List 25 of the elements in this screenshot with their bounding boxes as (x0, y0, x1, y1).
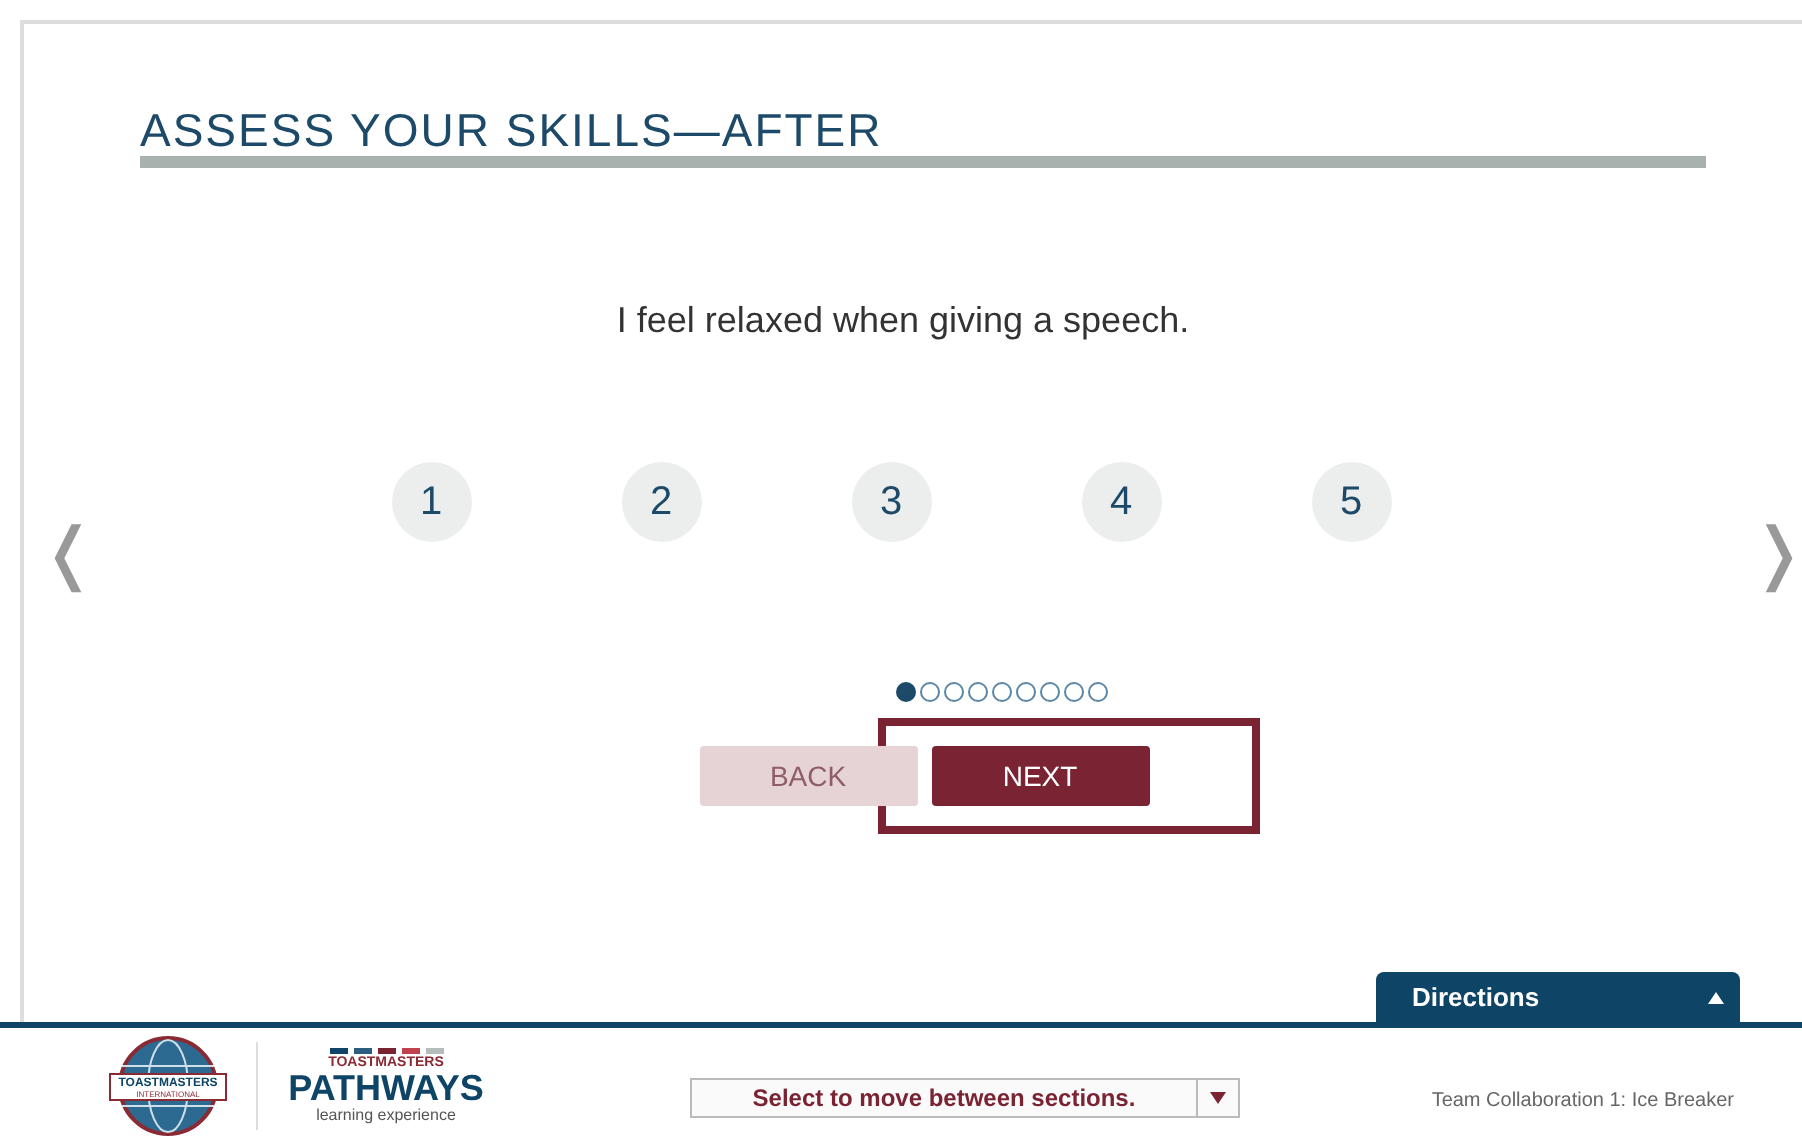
page-dot[interactable] (944, 682, 964, 702)
pathways-logo-text: PATHWAYS (288, 1070, 484, 1106)
logo-tagline: learning experience (316, 1106, 456, 1124)
rating-option[interactable]: 2 (621, 462, 701, 542)
rating-option[interactable]: 5 (1311, 462, 1391, 542)
page-dot[interactable] (968, 682, 988, 702)
page-dot[interactable] (896, 682, 916, 702)
page-dot[interactable] (920, 682, 940, 702)
rating-option[interactable]: 3 (851, 462, 931, 542)
triangle-icon (1708, 991, 1724, 1003)
color-dashes-icon (329, 1048, 443, 1054)
page-heading: ASSESS YOUR SKILLS—AFTER (140, 104, 883, 156)
page-dot[interactable] (1016, 682, 1036, 702)
page-dot[interactable] (1064, 682, 1084, 702)
page-dot[interactable] (1040, 682, 1060, 702)
directions-tab[interactable]: Directions (1376, 972, 1740, 1022)
section-dropdown[interactable]: Select to move between sections. (690, 1078, 1240, 1118)
next-button[interactable]: NEXT (931, 746, 1149, 806)
page-dot[interactable] (1088, 682, 1108, 702)
page-dot[interactable] (992, 682, 1012, 702)
rating-option[interactable]: 1 (391, 462, 471, 542)
question-text: I feel relaxed when giving a speech. (616, 300, 1190, 342)
caret-icon (1210, 1092, 1226, 1104)
rating-option[interactable]: 4 (1081, 462, 1161, 542)
course-title: Team Collaboration 1: Ice Breaker (1431, 1089, 1734, 1111)
